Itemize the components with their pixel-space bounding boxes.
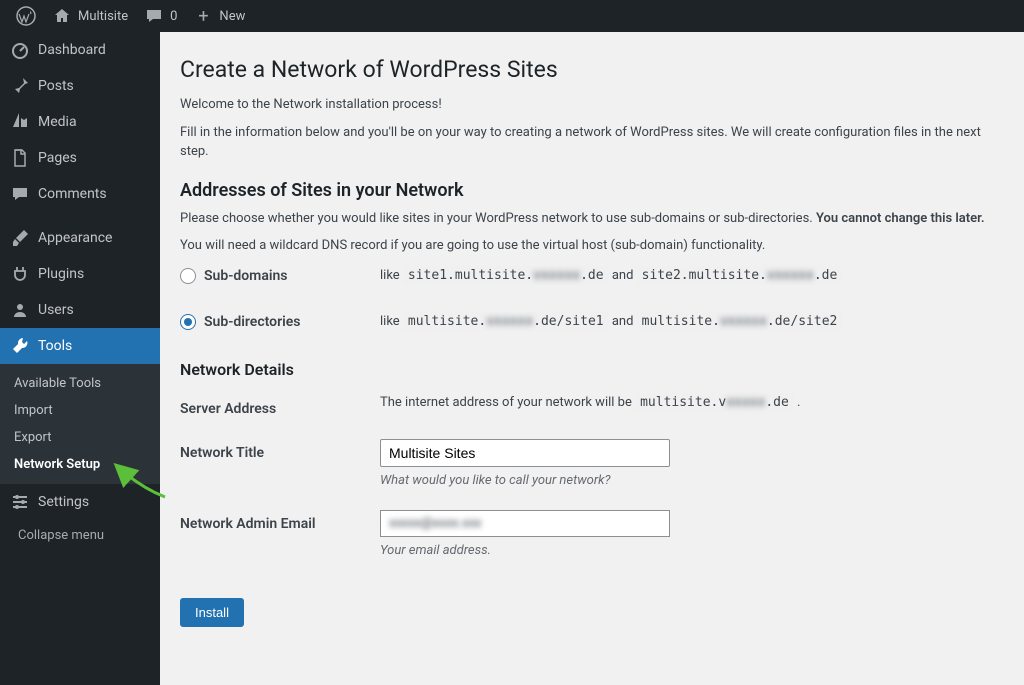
new-content-menu[interactable]: + New: [185, 0, 253, 32]
sidebar-item-dashboard[interactable]: Dashboard: [0, 32, 160, 68]
sidebar-item-posts[interactable]: Posts: [0, 68, 160, 104]
new-label: New: [219, 9, 245, 24]
page-icon: [10, 148, 30, 168]
network-title-input[interactable]: [380, 439, 670, 467]
server-address-row: Server Address The internet address of y…: [180, 395, 1004, 417]
server-address-value: The internet address of your network wil…: [380, 395, 1004, 410]
submenu-available-tools[interactable]: Available Tools: [0, 370, 160, 397]
comments-count: 0: [170, 9, 177, 24]
plus-icon: +: [193, 6, 213, 26]
install-button[interactable]: Install: [180, 598, 244, 627]
network-title-row: Network Title What would you like to cal…: [180, 439, 1004, 488]
plug-icon: [10, 264, 30, 284]
admin-sidebar: Dashboard Posts Media Pages Comments App…: [0, 32, 160, 685]
site-name-menu[interactable]: Multisite: [44, 0, 136, 32]
page-title: Create a Network of WordPress Sites: [180, 56, 1004, 83]
site-name-label: Multisite: [78, 9, 128, 24]
sliders-icon: [10, 492, 30, 512]
option-subdomains-row: Sub-domains like site1.multisite.vxxxxx.…: [180, 268, 1004, 284]
sidebar-label: Pages: [38, 150, 77, 166]
sidebar-item-settings[interactable]: Settings: [0, 484, 160, 520]
admin-email-desc: Your email address.: [380, 543, 1004, 558]
sidebar-label: Posts: [38, 78, 74, 94]
submenu-network-setup[interactable]: Network Setup: [0, 451, 160, 478]
wrench-icon: [10, 336, 30, 356]
addresses-heading: Addresses of Sites in your Network: [180, 180, 1004, 201]
wordpress-icon: [16, 6, 36, 26]
addresses-text-2: You will need a wildcard DNS record if y…: [180, 236, 1004, 256]
radio-subdomains-label[interactable]: Sub-domains: [204, 268, 288, 284]
network-title-label: Network Title: [180, 439, 380, 461]
radio-subdomains[interactable]: [180, 268, 196, 284]
intro-text-2: Fill in the information below and you'll…: [180, 123, 1004, 162]
admin-email-input[interactable]: xxxxx@xxxx.xxx: [389, 516, 482, 531]
home-icon: [52, 6, 72, 26]
network-title-desc: What would you like to call your network…: [380, 473, 1004, 488]
sidebar-item-comments[interactable]: Comments: [0, 176, 160, 212]
sidebar-label: Plugins: [38, 266, 84, 282]
media-icon: [10, 112, 30, 132]
network-details-heading: Network Details: [180, 360, 1004, 379]
addresses-text-1: Please choose whether you would like sit…: [180, 209, 1004, 229]
radio-subdirectories[interactable]: [180, 314, 196, 330]
server-address-label: Server Address: [180, 395, 380, 417]
admin-email-label: Network Admin Email: [180, 510, 380, 532]
tools-submenu: Available Tools Import Export Network Se…: [0, 364, 160, 484]
sidebar-item-pages[interactable]: Pages: [0, 140, 160, 176]
page-content: Create a Network of WordPress Sites Welc…: [160, 32, 1024, 685]
sidebar-label: Media: [38, 114, 77, 130]
intro-text-1: Welcome to the Network installation proc…: [180, 95, 1004, 115]
radio-subdirectories-label[interactable]: Sub-directories: [204, 314, 301, 330]
sidebar-label: Users: [38, 302, 74, 318]
collapse-menu[interactable]: Collapse menu: [0, 520, 160, 551]
sidebar-label: Settings: [38, 494, 89, 510]
sidebar-item-appearance[interactable]: Appearance: [0, 220, 160, 256]
sidebar-item-users[interactable]: Users: [0, 292, 160, 328]
sidebar-label: Dashboard: [38, 42, 106, 58]
submenu-import[interactable]: Import: [0, 397, 160, 424]
users-icon: [10, 300, 30, 320]
admin-bar: Multisite 0 + New: [0, 0, 1024, 32]
admin-email-row: Network Admin Email xxxxx@xxxx.xxx Your …: [180, 510, 1004, 558]
sidebar-label: Tools: [38, 338, 72, 354]
comment-icon: [10, 184, 30, 204]
sidebar-item-plugins[interactable]: Plugins: [0, 256, 160, 292]
brush-icon: [10, 228, 30, 248]
dashboard-icon: [10, 40, 30, 60]
submenu-export[interactable]: Export: [0, 424, 160, 451]
sidebar-item-media[interactable]: Media: [0, 104, 160, 140]
comment-icon: [144, 6, 164, 26]
collapse-label: Collapse menu: [18, 528, 104, 543]
comments-menu[interactable]: 0: [136, 0, 185, 32]
option-subdirectories-row: Sub-directories like multisite.vxxxxx.de…: [180, 314, 1004, 330]
sidebar-label: Comments: [38, 186, 107, 202]
sidebar-item-tools[interactable]: Tools: [0, 328, 160, 364]
sidebar-label: Appearance: [38, 230, 112, 246]
pin-icon: [10, 76, 30, 96]
option-subdomains-desc: like site1.multisite.vxxxxx.de and site2…: [380, 268, 1004, 283]
wp-logo-menu[interactable]: [8, 0, 44, 32]
option-subdirectories-desc: like multisite.vxxxxx.de/site1 and multi…: [380, 314, 1004, 329]
